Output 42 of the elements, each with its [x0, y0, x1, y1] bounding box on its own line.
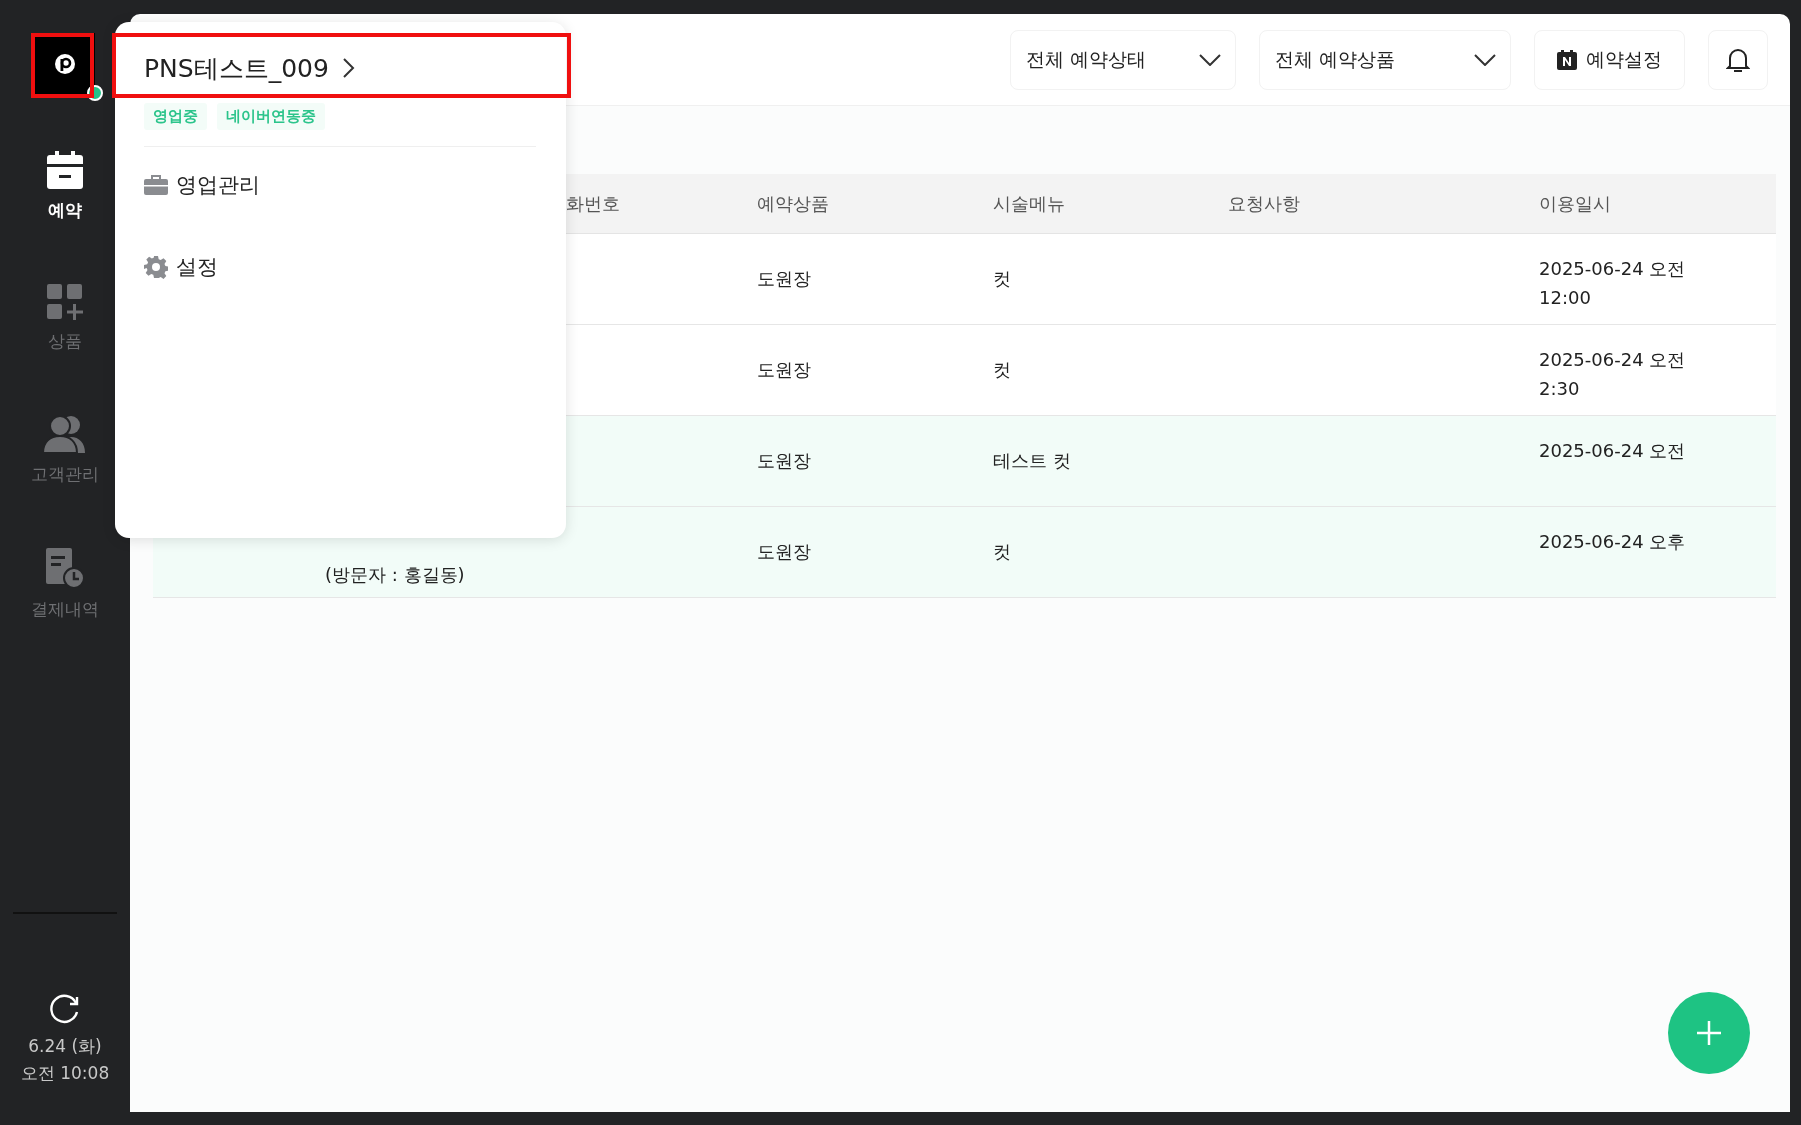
gear-icon: [144, 255, 168, 279]
column-header: 예약상품: [757, 191, 830, 216]
store-name-link[interactable]: PNS테스트_009: [144, 41, 355, 95]
people-icon: [43, 415, 87, 453]
filter-dropdown[interactable]: 전체 예약상태: [1010, 29, 1236, 90]
table-cell-text: 컷: [993, 540, 1012, 564]
plus-icon: [1696, 1020, 1722, 1046]
chevron-right-icon: [342, 58, 355, 78]
calendar-n-icon: [1557, 49, 1577, 70]
table-cell-text: 컷: [993, 358, 1012, 382]
table-cell-text: 2025-06-24 오후: [1539, 530, 1687, 554]
reservation-row[interactable]: (방문자 : 홍길동) 도원장 컷 2025-06-24 오후: [153, 507, 1776, 598]
bell-icon: [1726, 46, 1750, 73]
table-cell-text: 2025-06-24 오전 12:00: [1539, 257, 1687, 310]
menu-item[interactable]: 영업관리: [144, 171, 260, 199]
table-cell-text: 도원장: [757, 540, 812, 564]
status-tag: 네이버연동중: [217, 103, 325, 130]
time-text: 오전 10:08: [20, 1062, 110, 1085]
table-cell-text: 2025-06-24 오전: [1539, 439, 1687, 463]
briefcase-icon: [144, 175, 168, 195]
column-header: 화번호: [566, 191, 621, 216]
column-header: 이용일시: [1539, 191, 1612, 216]
table-cell-text: 테스트 컷: [993, 449, 1072, 473]
table-cell-text: (방문자 : 홍길동): [324, 563, 466, 587]
table-cell-text: 컷: [993, 267, 1012, 291]
logo-icon: [54, 53, 76, 75]
chevron-down-icon: [1474, 53, 1496, 66]
notification-button[interactable]: [1708, 29, 1768, 90]
table-cell-text: 도원장: [757, 267, 812, 291]
date-text: 6.24 (화): [27, 1035, 103, 1058]
status-tag: 영업중: [144, 103, 207, 130]
column-header: 요청사항: [1228, 191, 1301, 216]
filter-dropdown[interactable]: 전체 예약상품: [1259, 29, 1511, 90]
grid-plus-icon: [47, 284, 83, 320]
column-header: 시술메뉴: [993, 191, 1066, 216]
chevron-down-icon: [1199, 53, 1221, 66]
receipt-clock-icon: [46, 548, 84, 588]
table-cell-text: 2025-06-24 오전 2:30: [1539, 348, 1687, 401]
table-cell-text: 도원장: [757, 358, 812, 382]
calendar-icon: [47, 151, 83, 189]
reservation-settings-button[interactable]: 예약설정: [1534, 29, 1685, 90]
table-cell-text: 도원장: [757, 449, 812, 473]
